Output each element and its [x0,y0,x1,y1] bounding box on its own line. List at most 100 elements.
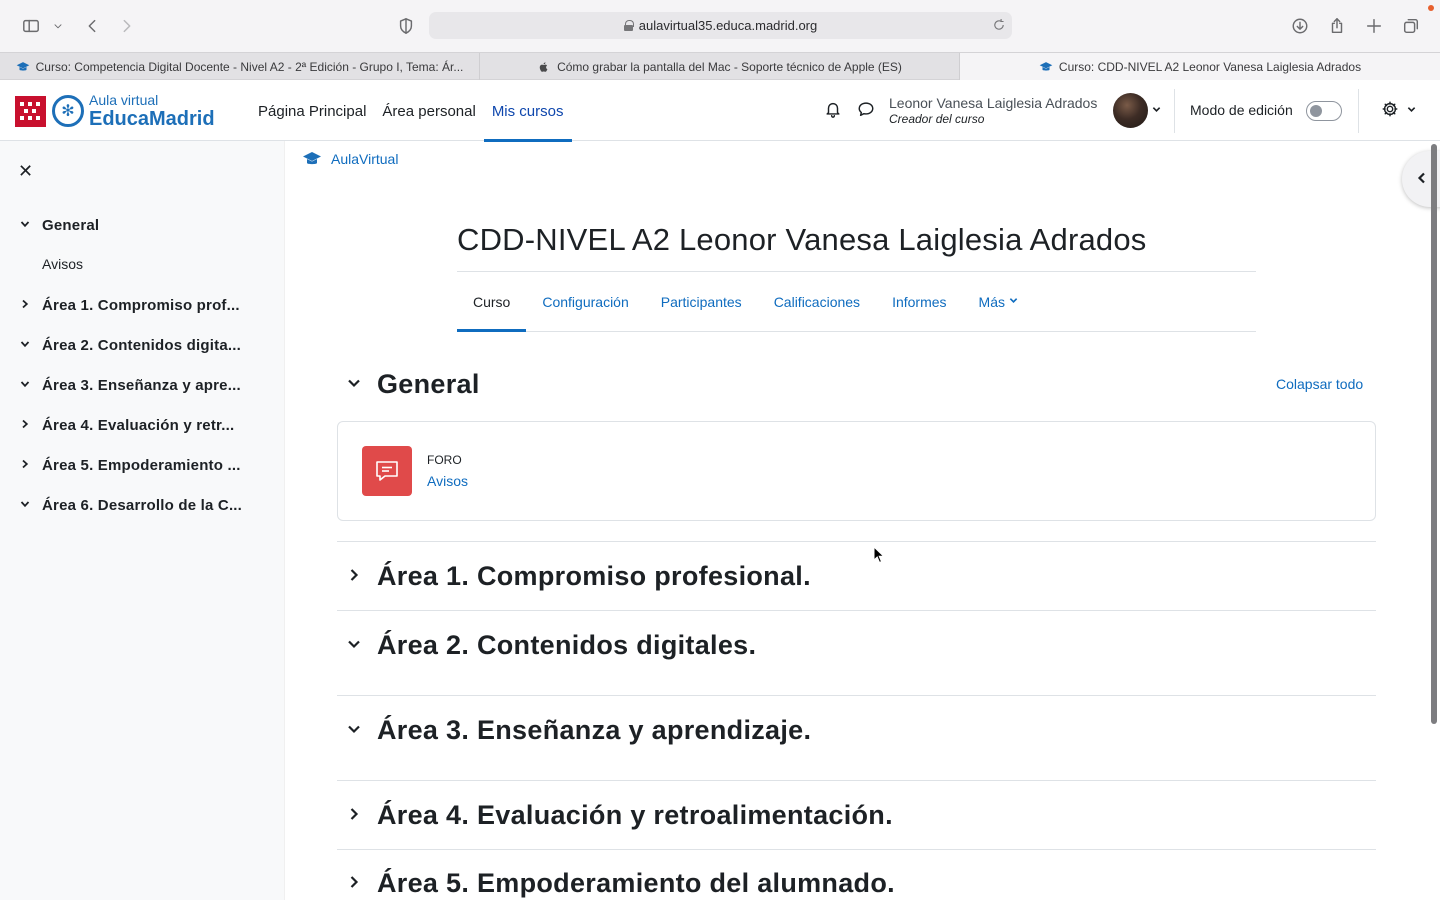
section-divider [337,780,1376,781]
header-divider [1358,89,1359,133]
chevron-right-icon[interactable] [337,807,377,824]
section-title: Área 2. Contenidos digitales. [377,629,757,660]
chevron-down-icon[interactable] [337,722,377,739]
browser-tab-2[interactable]: Cómo grabar la pantalla del Mac - Soport… [480,53,960,80]
drawer-item-label: Área 1. Compromiso prof... [42,296,240,314]
browser-tab-1[interactable]: Curso: Competencia Digital Docente - Niv… [0,53,480,80]
drawer-item-label: Área 2. Contenidos digita... [42,336,241,354]
address-bar[interactable]: aulavirtual35.educa.madrid.org [429,12,1012,39]
section-area-1[interactable]: Área 1. Compromiso profesional. [337,558,1376,594]
tab-overview-icon[interactable] [1399,14,1423,38]
drawer-item-label: General [42,216,100,234]
section-title: Área 4. Evaluación y retroalimentación. [377,799,893,830]
privacy-shield-icon[interactable] [394,14,418,38]
section-divider [337,541,1376,542]
chevron-down-icon[interactable] [50,14,66,38]
course-secondary-nav: Curso Configuración Participantes Califi… [457,272,1256,332]
edit-mode-toggle[interactable] [1306,101,1342,121]
chevron-right-icon[interactable] [0,458,42,472]
tab-label: Curso: Competencia Digital Docente - Niv… [35,59,464,74]
share-icon[interactable] [1325,14,1349,38]
nav-area-personal[interactable]: Área personal [374,81,483,141]
section-area-5[interactable]: Área 5. Empoderamiento del alumnado. [337,866,1376,900]
chevron-down-icon[interactable] [0,498,42,512]
tab-label: Cómo grabar la pantalla del Mac - Soport… [557,59,902,74]
section-divider [337,610,1376,611]
drawer-item-area-4[interactable]: Área 4. Evaluación y retr... [0,410,285,440]
primary-nav: Página Principal Área personal Mis curso… [250,81,572,142]
bell-icon[interactable] [824,100,846,122]
chevron-down-icon[interactable] [337,637,377,654]
drawer-item-area-3[interactable]: Área 3. Enseñanza y apre... [0,370,285,400]
chevron-down-icon[interactable] [0,338,42,352]
section-general[interactable]: General [337,366,1376,402]
logo-title: EducaMadrid [89,108,215,130]
user-role: Creador del curso [889,112,985,126]
drawer-item-area-6[interactable]: Área 6. Desarrollo de la C... [0,490,285,520]
section-divider [337,695,1376,696]
breadcrumb-link[interactable]: AulaVirtual [331,151,398,167]
drawer-item-label: Área 4. Evaluación y retr... [42,416,235,434]
chevron-right-icon[interactable] [337,875,377,892]
tab-calificaciones[interactable]: Calificaciones [758,272,876,331]
section-title: Área 1. Compromiso profesional. [377,560,811,591]
scrollbar-thumb[interactable] [1431,144,1437,724]
educamadrid-logo[interactable]: Aula virtual EducaMadrid [15,93,215,129]
tab-strip: Curso: Competencia Digital Docente - Niv… [0,52,1440,80]
section-area-2[interactable]: Área 2. Contenidos digitales. [337,627,1376,663]
chevron-right-icon[interactable] [337,568,377,585]
collapse-all-link[interactable]: Colapsar todo [1276,376,1363,392]
drawer-item-area-1[interactable]: Área 1. Compromiso prof... [0,290,285,320]
graduation-cap-icon [303,152,321,165]
drawer-item-area-2[interactable]: Área 2. Contenidos digita... [0,330,285,360]
educamadrid-emblem-icon [52,95,84,127]
gear-icon[interactable] [1381,100,1403,122]
forward-icon[interactable] [115,14,139,38]
section-title: Área 3. Enseñanza y aprendizaje. [377,714,812,745]
new-tab-icon[interactable] [1362,14,1386,38]
site-header: Aula virtual EducaMadrid Página Principa… [0,81,1440,142]
header-divider [1174,89,1175,133]
chevron-left-icon [1416,171,1428,187]
browser-tab-3[interactable]: Curso: CDD-NIVEL A2 Leonor Vanesa Laigle… [960,53,1440,80]
reload-icon[interactable] [992,18,1006,35]
download-icon[interactable] [1288,14,1312,38]
breadcrumb: AulaVirtual [302,151,398,167]
tab-participantes[interactable]: Participantes [645,272,758,331]
message-icon[interactable] [857,100,879,122]
chevron-down-icon[interactable] [0,378,42,392]
back-icon[interactable] [80,14,104,38]
madrid-flag-icon [15,95,46,127]
chevron-right-icon[interactable] [0,298,42,312]
browser-toolbar: aulavirtual35.educa.madrid.org [0,0,1440,52]
chevron-down-icon[interactable] [1407,105,1416,117]
user-name[interactable]: Leonor Vanesa Laiglesia Adrados [889,95,1097,111]
chevron-down-icon[interactable] [337,376,377,393]
page-title: CDD-NIVEL A2 Leonor Vanesa Laiglesia Adr… [457,222,1147,257]
tab-configuracion[interactable]: Configuración [526,272,644,331]
tab-curso[interactable]: Curso [457,272,527,332]
sidebar-toggle-icon[interactable] [19,14,43,38]
avatar[interactable] [1113,93,1148,128]
drawer-item-area-5[interactable]: Área 5. Empoderamiento ... [0,450,285,480]
chevron-down-icon[interactable] [1152,105,1161,117]
url-text: aulavirtual35.educa.madrid.org [638,18,818,33]
nav-mis-cursos[interactable]: Mis cursos [483,81,572,142]
drawer-subitem-avisos[interactable]: Avisos [42,256,83,272]
forum-icon[interactable] [362,446,412,496]
tab-mas[interactable]: Más [963,272,1034,331]
tab-label: Curso: CDD-NIVEL A2 Leonor Vanesa Laigle… [1058,59,1362,74]
drawer-item-general[interactable]: General [0,210,285,240]
section-area-3[interactable]: Área 3. Enseñanza y aprendizaje. [337,712,1376,748]
download-badge [1428,5,1434,11]
activity-link[interactable]: Avisos [427,473,468,489]
section-divider [337,849,1376,850]
graduation-cap-icon [1039,61,1053,71]
chevron-right-icon[interactable] [0,418,42,432]
nav-pagina-principal[interactable]: Página Principal [250,81,374,141]
tab-informes[interactable]: Informes [876,272,962,331]
chevron-down-icon[interactable] [0,218,42,232]
close-icon[interactable]: ✕ [18,161,33,182]
tab-mas-label: Más [978,293,1005,310]
section-area-4[interactable]: Área 4. Evaluación y retroalimentación. [337,797,1376,833]
